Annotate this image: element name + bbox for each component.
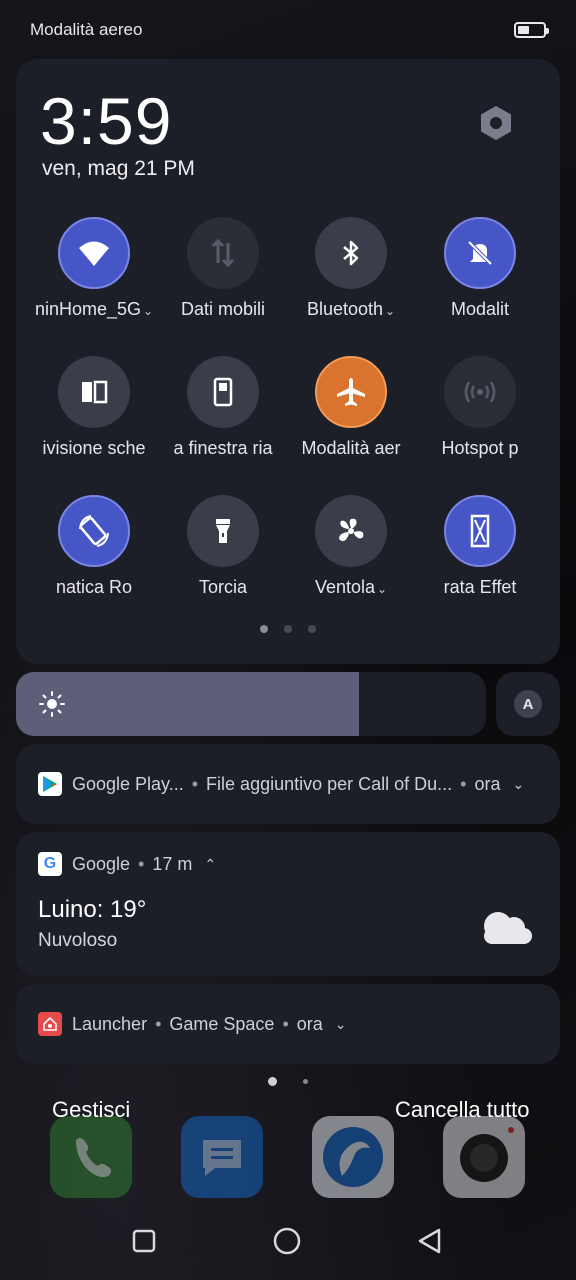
brightness-fill xyxy=(16,672,360,736)
date[interactable]: ven, mag 21 PM xyxy=(42,157,195,181)
notification-app-name: Launcher xyxy=(72,1013,148,1034)
tile-bluetooth[interactable]: Bluetooth ⌄ xyxy=(287,217,415,337)
tile-label: a finestra ria xyxy=(173,438,273,458)
silent-mode-icon[interactable] xyxy=(444,217,516,289)
notification-detail: Game Space xyxy=(169,1013,275,1034)
home-icon[interactable] xyxy=(272,1226,302,1256)
status-bar: Modalità aereo xyxy=(0,0,576,60)
camera-app-icon[interactable] xyxy=(443,1116,525,1198)
tile-screen-effect[interactable]: rata Effet xyxy=(416,495,544,615)
tile-hotspot[interactable]: Hotspot p xyxy=(416,356,544,476)
page-dot[interactable] xyxy=(308,625,316,633)
auto-rotate-icon[interactable] xyxy=(58,495,130,567)
chevron-down-icon[interactable]: ⌄ xyxy=(143,304,153,318)
tile-flashlight[interactable]: Torcia xyxy=(159,495,287,615)
notification-launcher[interactable]: Launcher • Game Space • ora ⌄ xyxy=(16,984,560,1064)
tile-auto-rotate[interactable]: natica Ro xyxy=(30,495,158,615)
notification-app-name: Google Play... xyxy=(72,773,184,794)
tile-label: Modalità aer xyxy=(301,438,401,458)
battery-icon xyxy=(514,22,549,38)
tile-label: Ventola xyxy=(314,577,375,597)
home-page-indicator xyxy=(0,1077,576,1086)
tile-label: ivisione sche xyxy=(42,438,146,458)
weather-condition: Nuvoloso xyxy=(38,930,118,951)
notification-google-play[interactable]: Google Play... • File aggiuntivo per Cal… xyxy=(16,744,560,824)
chevron-down-icon[interactable]: ⌄ xyxy=(335,1016,347,1033)
play-store-icon xyxy=(38,772,62,796)
messages-app-icon[interactable] xyxy=(181,1116,263,1198)
recents-icon[interactable] xyxy=(129,1226,159,1256)
sun-icon xyxy=(39,691,65,717)
tile-label: Bluetooth xyxy=(306,299,383,319)
google-icon: G xyxy=(38,852,62,876)
auto-brightness-button[interactable]: A xyxy=(496,672,560,736)
phone-app-icon[interactable] xyxy=(50,1116,132,1198)
gear-icon[interactable] xyxy=(476,103,516,143)
browser-app-icon[interactable] xyxy=(312,1116,394,1198)
tile-label: Dati mobili xyxy=(180,299,266,319)
tile-split-screen[interactable]: ivisione sche xyxy=(30,356,158,476)
notification-time: ora xyxy=(296,1013,323,1034)
tile-floating-window[interactable]: a finestra ria xyxy=(159,356,287,476)
tile-airplane-mode[interactable]: Modalità aer xyxy=(287,356,415,476)
tile-fan[interactable]: Ventola ⌄ xyxy=(287,495,415,615)
back-icon[interactable] xyxy=(415,1226,445,1256)
bluetooth-icon[interactable] xyxy=(315,217,387,289)
chevron-up-icon[interactable]: ⌃ xyxy=(204,856,216,873)
wifi-icon[interactable] xyxy=(58,217,130,289)
tile-wifi[interactable]: ninHome_5G ⌄ xyxy=(30,217,158,337)
tile-label: Torcia xyxy=(198,577,247,597)
notification-app-name: Google xyxy=(72,853,131,874)
cloud-icon xyxy=(484,912,532,944)
chevron-down-icon[interactable]: ⌄ xyxy=(513,776,525,793)
hotspot-icon[interactable] xyxy=(444,356,516,428)
home-page-dot xyxy=(303,1079,308,1084)
launcher-icon xyxy=(38,1012,62,1036)
tile-label: Hotspot p xyxy=(441,438,519,458)
fan-icon[interactable] xyxy=(315,495,387,567)
home-page-dot xyxy=(268,1077,277,1086)
auto-brightness-label: A xyxy=(514,690,542,718)
screen-effect-icon[interactable] xyxy=(444,495,516,567)
status-text: Modalità aereo xyxy=(30,20,143,39)
mobile-data-icon[interactable] xyxy=(187,217,259,289)
tile-label: natica Ro xyxy=(55,577,133,597)
tile-mobile-data[interactable]: Dati mobili xyxy=(159,217,287,337)
floating-window-icon[interactable] xyxy=(187,356,259,428)
page-dot[interactable] xyxy=(284,625,292,633)
weather-location: Luino: 19° xyxy=(38,896,147,923)
chevron-down-icon[interactable]: ⌄ xyxy=(377,582,387,596)
page-indicator xyxy=(16,625,560,633)
chevron-down-icon[interactable]: ⌄ xyxy=(385,304,395,318)
navigation-bar xyxy=(0,1200,576,1280)
clear-all-button[interactable]: Cancella tutto xyxy=(395,1097,530,1123)
brightness-slider[interactable] xyxy=(16,672,486,736)
page-dot[interactable] xyxy=(260,625,268,633)
manage-notifications-button[interactable]: Gestisci xyxy=(52,1097,130,1123)
flashlight-icon[interactable] xyxy=(187,495,259,567)
notification-google-weather[interactable]: G Google • 17 m ⌃ Luino: 19° Nuvoloso xyxy=(16,832,560,976)
notification-time: ora xyxy=(474,773,501,794)
tile-label: Modalit xyxy=(450,299,510,319)
quick-settings-panel: 3:59 ven, mag 21 PM ninHome_5G ⌄ Dati mob… xyxy=(16,59,560,664)
tile-silent-mode[interactable]: Modalit xyxy=(416,217,544,337)
airplane-icon[interactable] xyxy=(315,356,387,428)
clock: 3:59 xyxy=(40,84,173,158)
tile-label: rata Effet xyxy=(443,577,517,597)
notification-detail: File aggiuntivo per Call of Du... xyxy=(206,773,453,794)
split-screen-icon[interactable] xyxy=(58,356,130,428)
tile-label: ninHome_5G xyxy=(34,299,141,319)
notification-time: 17 m xyxy=(152,853,193,874)
